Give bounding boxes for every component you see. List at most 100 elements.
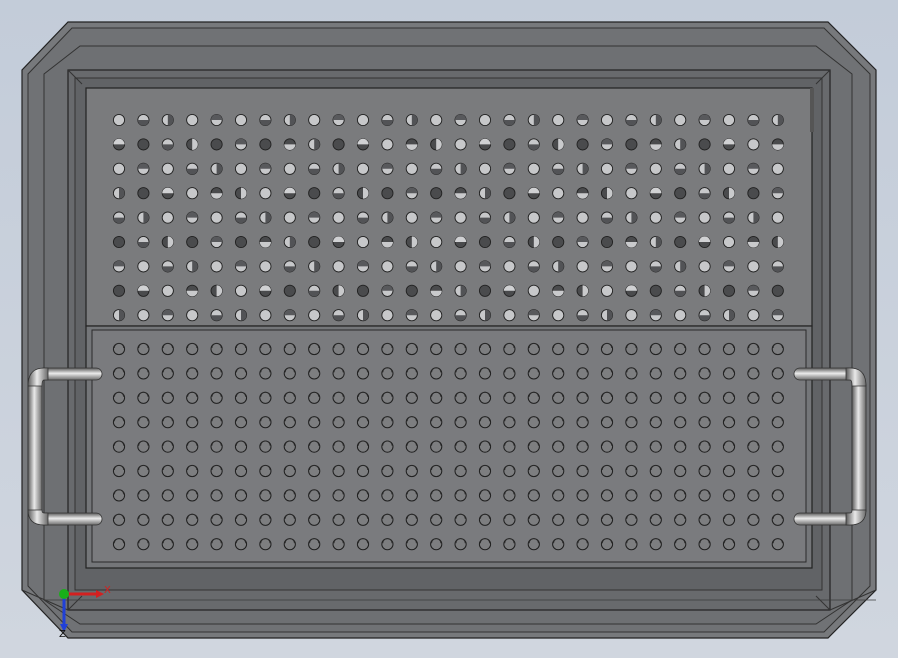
perforation-hole [430, 211, 443, 224]
perforation-hole [698, 342, 711, 356]
perforation-hole [186, 513, 199, 526]
perforation-hole [625, 489, 638, 502]
perforation-hole [186, 309, 199, 322]
perforation-hole [381, 367, 394, 380]
perforation-hole [332, 235, 345, 249]
perforation-hole [649, 211, 662, 224]
perforation-hole [210, 489, 223, 502]
perforation-hole [259, 489, 272, 502]
perforation-hole [600, 538, 614, 551]
perforation-hole [747, 489, 760, 502]
perforation-hole [747, 391, 760, 404]
perforation-hole [625, 416, 638, 429]
perforation-hole [405, 260, 418, 273]
perforation-hole [454, 440, 467, 453]
perforation-hole [503, 391, 516, 404]
perforation-hole [747, 440, 760, 453]
perforation-hole [137, 538, 150, 551]
perforation-hole [210, 391, 223, 404]
perforation-hole [210, 113, 223, 127]
perforation-hole [600, 440, 614, 453]
perforation-hole [600, 513, 614, 526]
perforation-hole [771, 513, 784, 526]
perforation-hole [405, 513, 418, 526]
perforation-hole [381, 391, 394, 404]
perforation-hole [112, 113, 126, 127]
perforation-hole [137, 284, 150, 297]
perforation-hole [234, 416, 248, 429]
perforation-hole [283, 416, 296, 429]
perforation-hole [430, 187, 443, 200]
perforation-hole [308, 440, 321, 453]
perforation-hole [332, 440, 345, 453]
perforation-hole [600, 187, 614, 200]
perforation-hole [283, 260, 296, 273]
perforation-hole [698, 235, 711, 249]
perforation-hole [210, 162, 223, 175]
cad-viewport[interactable]: X Z [0, 0, 898, 658]
perforation-hole [747, 138, 760, 151]
perforation-hole [112, 260, 126, 273]
perforation-hole [771, 162, 784, 175]
perforation-hole [625, 342, 638, 356]
perforation-hole [430, 416, 443, 429]
perforation-hole [527, 391, 540, 404]
perforation-hole [283, 440, 296, 453]
perforation-hole [405, 391, 418, 404]
perforation-hole [478, 187, 492, 200]
perforation-hole [454, 367, 467, 380]
perforation-hole [527, 211, 540, 224]
perforation-hole [405, 284, 418, 297]
perforation-hole [259, 342, 272, 356]
perforation-hole [112, 538, 126, 551]
perforation-hole [112, 489, 126, 502]
perforation-hole [625, 309, 638, 322]
perforation-hole [405, 138, 418, 151]
perforation-hole [503, 342, 516, 356]
perforation-hole [259, 513, 272, 526]
perforation-hole [405, 113, 418, 127]
perforation-hole [454, 138, 467, 151]
perforation-hole [430, 391, 443, 404]
perforation-hole [137, 113, 150, 127]
perforation-hole [722, 284, 736, 297]
perforation-hole [381, 113, 394, 127]
perforation-hole [112, 138, 126, 151]
perforation-hole [381, 284, 394, 297]
perforation-hole [552, 284, 565, 297]
perforation-hole [161, 211, 174, 224]
perforation-hole [576, 235, 589, 249]
perforation-hole [771, 284, 784, 297]
perforation-hole [210, 260, 223, 273]
perforation-hole [283, 538, 296, 551]
perforation-hole [356, 513, 370, 526]
perforation-hole [503, 416, 516, 429]
perforation-hole [234, 538, 248, 551]
perforation-hole [259, 138, 272, 151]
perforation-hole [283, 309, 296, 322]
perforation-hole [722, 538, 736, 551]
perforation-hole [552, 513, 565, 526]
perforation-hole [259, 440, 272, 453]
perforation-hole [625, 284, 638, 297]
perforation-hole [332, 367, 345, 380]
perforation-hole [308, 162, 321, 175]
perforation-hole [381, 235, 394, 249]
perforation-hole [674, 235, 687, 249]
perforation-hole [186, 211, 199, 224]
perforation-hole [698, 211, 711, 224]
perforation-hole [405, 235, 418, 249]
perforation-hole [259, 284, 272, 297]
perforation-hole [161, 367, 174, 380]
perforation-hole [161, 538, 174, 551]
perforation-hole [210, 440, 223, 453]
perforation-hole [430, 367, 443, 380]
perforation-hole [747, 538, 760, 551]
perforation-hole [210, 284, 223, 297]
perforation-hole [576, 211, 589, 224]
perforation-hole [308, 464, 321, 478]
perforation-hole [503, 260, 516, 273]
perforation-hole [478, 342, 492, 356]
perforation-hole [210, 464, 223, 478]
perforation-hole [698, 440, 711, 453]
